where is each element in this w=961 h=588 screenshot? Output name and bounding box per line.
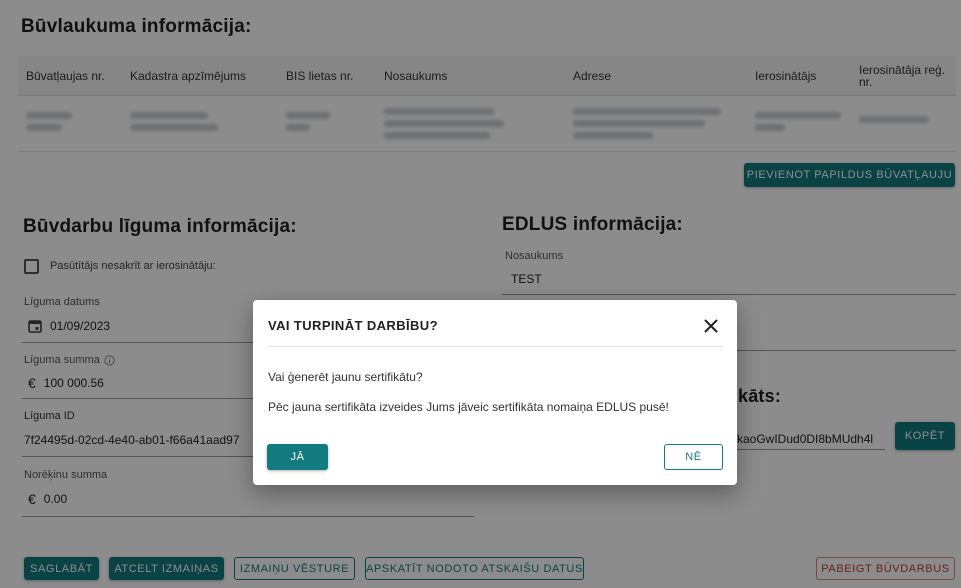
dialog-question: Vai ģenerēt jaunu sertifikātu? — [268, 370, 423, 384]
close-icon[interactable] — [698, 313, 724, 339]
dialog-warning: Pēc jauna sertifikāta izveides Jums jāve… — [268, 400, 669, 414]
confirm-dialog: VAI TURPINĀT DARBĪBU? Vai ģenerēt jaunu … — [253, 300, 737, 485]
yes-button[interactable]: Jā — [267, 444, 328, 470]
dialog-divider — [268, 346, 723, 347]
no-button[interactable]: Nē — [664, 444, 723, 470]
modal-backdrop[interactable] — [0, 0, 961, 588]
dialog-title: VAI TURPINĀT DARBĪBU? — [268, 318, 438, 333]
